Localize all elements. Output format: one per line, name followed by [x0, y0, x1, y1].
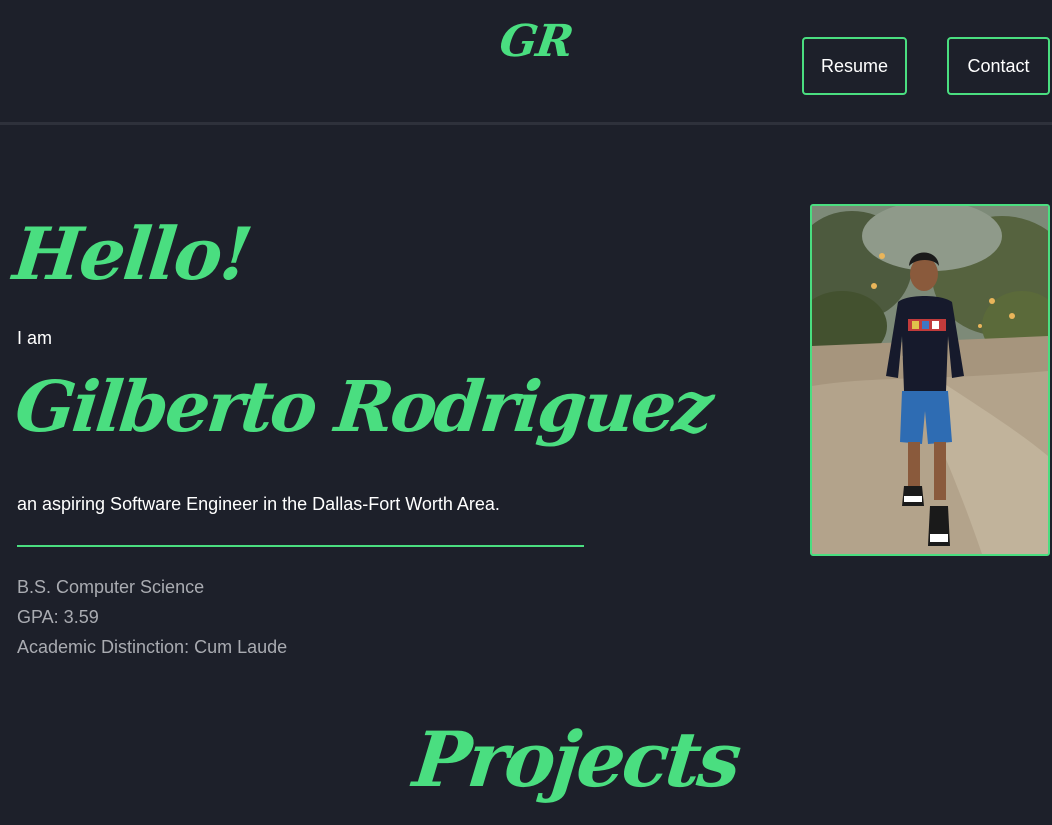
tagline-text: an aspiring Software Engineer in the Dal… [17, 494, 500, 514]
resume-button[interactable]: Resume [802, 37, 907, 95]
profile-photo-image [812, 206, 1048, 554]
greeting-heading: Hello! [9, 211, 255, 296]
intro-text: I am [17, 328, 53, 348]
divider [17, 545, 584, 547]
contact-button[interactable]: Contact [947, 37, 1050, 95]
education-gpa: GPA: 3.59 [17, 607, 99, 627]
projects-heading: Projects [409, 715, 743, 804]
education-degree: B.S. Computer Science [17, 577, 205, 597]
profile-photo [810, 204, 1050, 556]
page: GR Resume Contact Hello! I am Gilberto R… [0, 0, 1052, 825]
name-heading: Gilberto Rodriguez [11, 365, 715, 448]
education-distinction: Academic Distinction: Cum Laude [17, 637, 288, 657]
site-logo[interactable]: GR [496, 16, 575, 67]
site-header: GR Resume Contact [0, 0, 1052, 125]
